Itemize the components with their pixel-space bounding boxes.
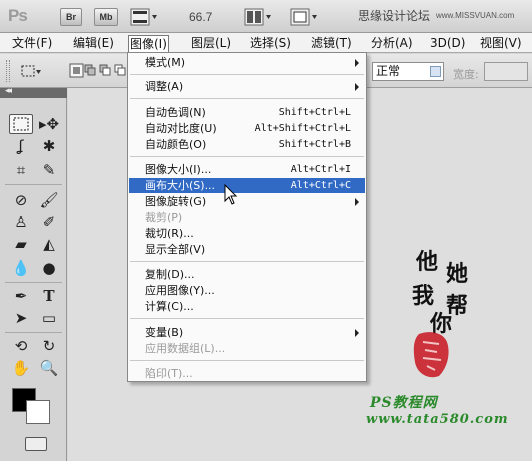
- menu-item-auto-contrast[interactable]: 自动对比度(U) Alt+Shift+Ctrl+L: [129, 121, 365, 136]
- healing-brush-icon[interactable]: ⊘: [9, 190, 33, 210]
- menu-item-duplicate[interactable]: 复制(D)...: [129, 267, 365, 282]
- menu-item-auto-color[interactable]: 自动颜色(O) Shift+Ctrl+B: [129, 137, 365, 152]
- history-brush-icon[interactable]: ✐: [37, 212, 61, 232]
- menu-view[interactable]: 视图(V): [478, 35, 524, 52]
- eraser-icon[interactable]: ▰: [9, 234, 33, 254]
- menu-item-image-size[interactable]: 图像大小(I)... Alt+Ctrl+I: [129, 162, 365, 177]
- pen-tool-icon[interactable]: ✒: [9, 286, 33, 306]
- menu-select[interactable]: 选择(S): [248, 35, 293, 52]
- menu-bar: 文件(F) 编辑(E) 图像(I) 图层(L) 选择(S) 滤镜(T) 分析(A…: [0, 33, 532, 53]
- menu-item-calculations[interactable]: 计算(C)...: [129, 299, 365, 314]
- marquee-tool-icon[interactable]: [9, 114, 33, 134]
- menu-image[interactable]: 图像(I): [128, 35, 169, 52]
- url-watermark: www.tata580.com: [366, 412, 509, 427]
- menu-analysis[interactable]: 分析(A): [369, 35, 415, 52]
- zoom-level[interactable]: 66.7: [189, 10, 212, 24]
- rectangle-tool-icon[interactable]: ▭: [37, 308, 61, 328]
- paint-bucket-icon[interactable]: ◭: [37, 234, 61, 254]
- 3d-rotate-icon[interactable]: ⟲: [9, 336, 33, 356]
- move-tool-icon[interactable]: ▸✥: [37, 114, 61, 134]
- menu-separator: [130, 156, 364, 157]
- submenu-arrow-icon: [355, 59, 359, 67]
- quick-mask-button[interactable]: [25, 437, 47, 451]
- toolbox-divider: [5, 184, 62, 185]
- toolbox-header[interactable]: ◂◂: [0, 86, 67, 98]
- menu-filter[interactable]: 滤镜(T): [309, 35, 354, 52]
- lasso-tool-icon[interactable]: ʆ: [9, 136, 33, 156]
- eyedropper-icon[interactable]: ✎: [37, 160, 61, 180]
- style-select-value: 正常: [376, 64, 401, 78]
- menu-item-trap: 陷印(T)...: [145, 367, 193, 380]
- menu-item-reveal-all[interactable]: 显示全部(V): [129, 242, 365, 257]
- menu-file[interactable]: 文件(F): [10, 35, 54, 52]
- blur-tool-icon[interactable]: 💧: [9, 258, 33, 278]
- style-select[interactable]: 正常: [372, 62, 444, 81]
- menu-item-image-rotation[interactable]: 图像旋转(G): [129, 194, 365, 209]
- menu-item-variables[interactable]: 变量(B): [129, 325, 365, 340]
- 3d-orbit-icon[interactable]: ↻: [37, 336, 61, 356]
- site-title: 思缘设计论坛: [358, 9, 431, 23]
- width-input[interactable]: [484, 62, 528, 81]
- submenu-arrow-icon: [355, 83, 359, 91]
- menu-item-apply-data-set: 应用数据组(L)...: [145, 342, 226, 355]
- application-bar: Ps Br Mb 66.7 思缘设计论坛 www.MISSVUAN.com: [0, 0, 532, 33]
- submenu-arrow-icon: [355, 198, 359, 206]
- path-select-icon[interactable]: ➤: [9, 308, 33, 328]
- collapse-icon[interactable]: ◂◂: [5, 86, 12, 96]
- chevron-down-icon: [430, 66, 441, 77]
- toolbox: ◂◂ ▸✥ ʆ ✱ ⌗ ✎ ⊘ 🖌 ♙ ✐ ▰ ◭ 💧 ● ✒ T ➤ ▭ ⟲ …: [0, 86, 67, 461]
- menu-item-mode[interactable]: 模式(M): [129, 55, 365, 70]
- bridge-button[interactable]: Br: [60, 8, 82, 26]
- toolbox-divider: [5, 282, 62, 283]
- menu-separator: [130, 98, 364, 99]
- arrange-documents-icon[interactable]: [244, 8, 272, 26]
- calligraphy-char: 他: [416, 249, 439, 275]
- selection-mode-icons[interactable]: [69, 63, 127, 79]
- brand-watermark: PS教程网: [370, 395, 438, 411]
- calligraphy-char: 她: [446, 261, 469, 287]
- menu-separator: [130, 261, 364, 262]
- site-url: www.MISSVUAN.com: [436, 11, 515, 20]
- type-tool-icon[interactable]: T: [37, 286, 61, 306]
- menu-separator: [130, 74, 364, 75]
- submenu-arrow-icon: [355, 329, 359, 337]
- photoshop-logo: Ps: [8, 6, 28, 25]
- clone-stamp-icon[interactable]: ♙: [9, 212, 33, 232]
- menu-item-apply-image[interactable]: 应用图像(Y)...: [129, 283, 365, 298]
- screen-mode-icon[interactable]: [290, 8, 318, 26]
- menu-item-adjustments[interactable]: 调整(A): [129, 79, 365, 94]
- zoom-tool-icon[interactable]: 🔍: [37, 358, 61, 378]
- dodge-tool-icon[interactable]: ●: [37, 258, 61, 278]
- mouse-pointer-icon: [224, 184, 238, 205]
- toolbox-divider: [5, 332, 62, 333]
- menu-item-canvas-size[interactable]: 画布大小(S)... Alt+Ctrl+C: [129, 178, 365, 193]
- options-bar-grip[interactable]: [6, 60, 10, 82]
- menu-separator: [130, 318, 364, 319]
- crop-tool-icon[interactable]: ⌗: [9, 160, 33, 180]
- width-label: 宽度:: [453, 68, 479, 81]
- background-color-swatch[interactable]: [26, 400, 50, 424]
- menu-item-crop: 裁剪(P): [145, 211, 183, 224]
- menu-edit[interactable]: 编辑(E): [71, 35, 116, 52]
- menu-separator: [130, 360, 364, 361]
- menu-layer[interactable]: 图层(L): [189, 35, 233, 52]
- brush-tool-icon[interactable]: 🖌: [37, 190, 61, 210]
- mini-bridge-button[interactable]: Mb: [94, 8, 118, 26]
- menu-item-auto-tone[interactable]: 自动色调(N) Shift+Ctrl+L: [129, 105, 365, 120]
- hand-tool-icon[interactable]: ✋: [9, 358, 33, 378]
- menu-3d[interactable]: 3D(D): [428, 35, 467, 52]
- image-menu-dropdown: 模式(M) 调整(A) 自动色调(N) Shift+Ctrl+L 自动对比度(U)…: [127, 52, 367, 382]
- view-extras-icon[interactable]: [130, 8, 158, 26]
- magic-wand-icon[interactable]: ✱: [37, 136, 61, 156]
- menu-item-trim[interactable]: 裁切(R)...: [129, 226, 365, 241]
- red-seal-stamp: [413, 332, 449, 378]
- tool-preset-icon[interactable]: [20, 63, 42, 79]
